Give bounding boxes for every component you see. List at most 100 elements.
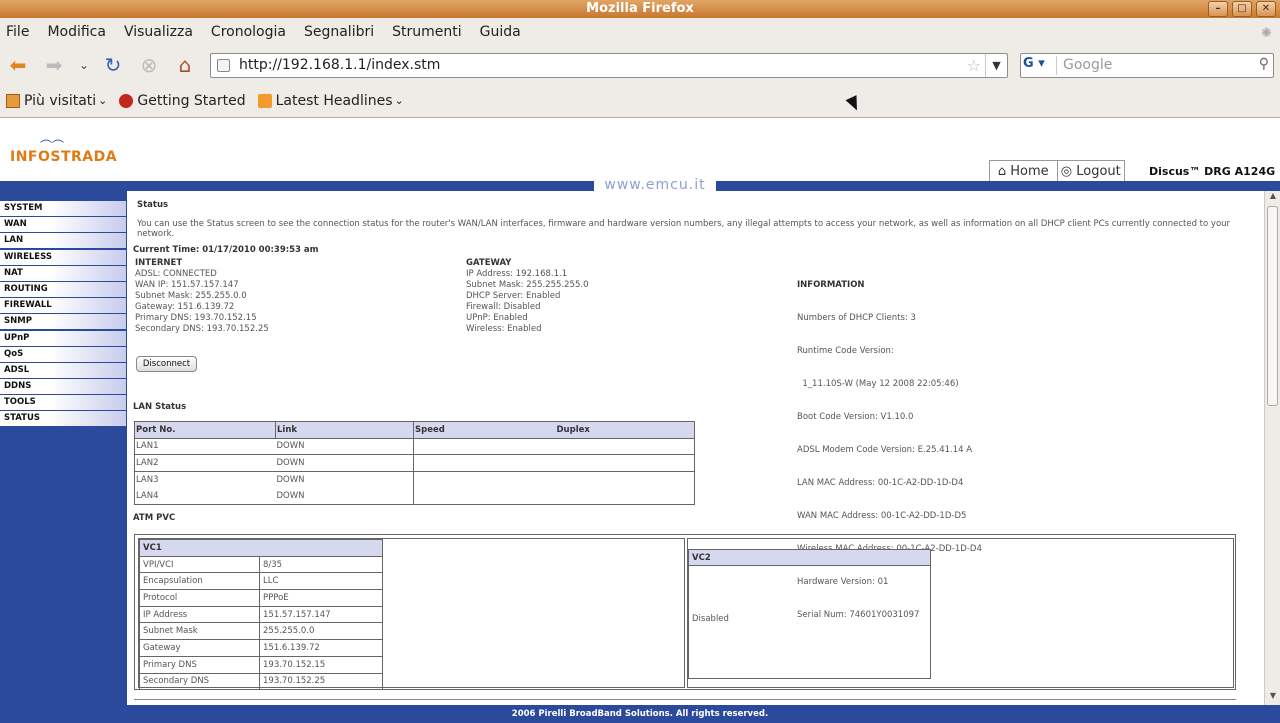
internet-line: Subnet Mask: 255.255.0.0 — [135, 291, 247, 301]
home-link[interactable]: ⌂ Home — [990, 161, 1058, 182]
menu-visualizza[interactable]: Visualizza — [124, 24, 193, 40]
gateway-line: DHCP Server: Enabled — [466, 291, 561, 301]
home-icon: ⌂ — [997, 164, 1007, 179]
scroll-down-icon[interactable]: ▼ — [1265, 691, 1280, 705]
internet-line: Secondary DNS: 193.70.152.25 — [135, 324, 269, 334]
site-identity-icon[interactable] — [217, 59, 230, 72]
bookmark-getting-started[interactable]: Getting Started — [119, 93, 246, 109]
url-dropdown-icon[interactable]: ▼ — [985, 54, 1007, 77]
sidebar: SYSTEM WAN LAN WIRELESS NAT ROUTING FIRE… — [0, 191, 127, 705]
history-dropdown-icon[interactable]: ⌄ — [72, 53, 96, 77]
table-row: LAN1 DOWN — [134, 437, 695, 455]
vc2-table: VC2 Disabled — [688, 549, 931, 679]
bookmark-latest-headlines[interactable]: Latest Headlines ⌄ — [257, 93, 404, 109]
url-text[interactable]: http://192.168.1.1/index.stm — [239, 57, 440, 73]
sidebar-item-qos[interactable]: QoS — [0, 346, 126, 362]
table-cell: LAN2 — [134, 454, 276, 472]
gateway-line: Wireless: Enabled — [466, 324, 542, 334]
infostrada-logo[interactable]: INFOSTRADA — [10, 149, 117, 165]
close-button[interactable]: ✕ — [1256, 1, 1276, 17]
information-line: 1_11.10S-W (May 12 2008 22:05:46) — [797, 379, 959, 389]
product-name: Discus™ DRG A124G — [1149, 165, 1276, 178]
menu-cronologia[interactable]: Cronologia — [211, 24, 286, 40]
sidebar-item-routing[interactable]: ROUTING — [0, 281, 126, 297]
internet-info: INTERNET ADSL: CONNECTED WAN IP: 151.57.… — [135, 258, 269, 335]
table-cell: DOWN — [275, 487, 414, 505]
folder-icon — [6, 93, 20, 108]
sidebar-item-nat[interactable]: NAT — [0, 265, 126, 281]
table-cell: Encapsulation — [139, 572, 260, 591]
sidebar-item-lan[interactable]: LAN — [0, 233, 126, 249]
table-cell: 151.6.139.72 — [259, 639, 383, 657]
gateway-line: UPnP: Enabled — [466, 313, 528, 323]
sidebar-item-wireless[interactable]: WIRELESS — [0, 249, 126, 265]
table-cell: VPI/VCI — [139, 555, 260, 574]
table-cell — [413, 437, 695, 455]
forward-arrow-icon[interactable]: ➡ — [42, 53, 66, 77]
menu-file[interactable]: File — [6, 24, 29, 40]
vc1-heading: VC1 — [139, 539, 383, 557]
scroll-up-icon[interactable]: ▲ — [1265, 191, 1280, 205]
table-row: Secondary DNS 193.70.152.25 — [139, 672, 383, 691]
information-line: Numbers of DHCP Clients: 3 — [797, 313, 916, 323]
page-footer: 2006 Pirelli BroadBand Solutions. All ri… — [0, 705, 1280, 723]
chevron-down-icon: ⌄ — [98, 94, 108, 107]
table-header-row: Port No. Link Speed Duplex — [134, 421, 695, 439]
gateway-line: Subnet Mask: 255.255.255.0 — [466, 280, 589, 290]
search-engine-icon[interactable]: G ▾ — [1023, 56, 1057, 75]
vertical-scrollbar[interactable]: ▲ ▼ — [1264, 191, 1280, 705]
gateway-line: Firewall: Disabled — [466, 302, 541, 312]
firefox-icon — [119, 93, 134, 108]
table-cell: 8/35 — [259, 555, 383, 574]
vc2-state: Disabled — [692, 614, 729, 624]
menu-guida[interactable]: Guida — [480, 24, 521, 40]
minimize-button[interactable]: – — [1208, 1, 1228, 17]
url-bar[interactable]: http://192.168.1.1/index.stm ☆ ▼ — [210, 53, 1008, 78]
sidebar-item-tools[interactable]: TOOLS — [0, 395, 126, 411]
search-input[interactable]: Google — [1063, 57, 1112, 73]
menu-strumenti[interactable]: Strumenti — [392, 24, 462, 40]
table-cell: 193.70.152.15 — [259, 655, 383, 674]
logout-link[interactable]: ◎ Logout — [1058, 161, 1125, 182]
column-header: Port No. — [134, 421, 276, 439]
back-arrow-icon[interactable]: ⬅ — [6, 53, 30, 77]
information-line: ADSL Modem Code Version: E.25.41.14 A — [797, 445, 973, 455]
column-header: Speed — [413, 421, 556, 439]
internet-line: Primary DNS: 193.70.152.15 — [135, 313, 257, 323]
menu-segnalibri[interactable]: Segnalibri — [304, 24, 374, 40]
sidebar-item-firewall[interactable]: FIREWALL — [0, 298, 126, 314]
sidebar-item-wan[interactable]: WAN — [0, 217, 126, 233]
atm-pvc-title: ATM PVC — [133, 513, 176, 523]
bookmark-star-icon[interactable]: ☆ — [967, 56, 981, 75]
vc1-table: VC1 VPI/VCI 8/35 Encapsulation LLC Protoco… — [139, 539, 383, 691]
disconnect-button[interactable]: Disconnect — [136, 356, 197, 372]
reload-icon[interactable]: ↻ — [101, 53, 125, 77]
sidebar-item-ddns[interactable]: DDNS — [0, 379, 126, 395]
current-time: Current Time: 01/17/2010 00:39:53 am — [133, 245, 319, 255]
table-row: Gateway 151.6.139.72 — [139, 639, 383, 657]
table-cell: 255.255.0.0 — [259, 622, 383, 641]
home-icon[interactable]: ⌂ — [173, 53, 197, 77]
sidebar-item-upnp[interactable]: UPnP — [0, 330, 126, 346]
maximize-button[interactable]: □ — [1232, 1, 1252, 17]
sidebar-item-status[interactable]: STATUS — [0, 411, 126, 427]
bookmark-piu-visitati[interactable]: Più visitati ⌄ — [6, 93, 107, 109]
information-line: LAN MAC Address: 00-1C-A2-DD-1D-D4 — [797, 478, 964, 488]
sidebar-item-system[interactable]: SYSTEM — [0, 201, 126, 216]
stop-icon[interactable]: ⊗ — [137, 53, 161, 77]
table-cell — [413, 470, 695, 505]
bookmarks-toolbar: Più visitati ⌄ Getting Started Latest Hea… — [0, 84, 1280, 118]
table-cell: DOWN — [275, 470, 414, 488]
table-row: Encapsulation LLC — [139, 572, 383, 591]
column-header: Link — [275, 421, 414, 439]
search-bar[interactable]: G ▾ Google ⚲ — [1020, 53, 1274, 78]
scroll-thumb[interactable] — [1267, 206, 1278, 406]
internet-line: Gateway: 151.6.139.72 — [135, 302, 235, 312]
table-cell: LAN4 — [134, 487, 276, 505]
sidebar-item-snmp[interactable]: SNMP — [0, 314, 126, 330]
sidebar-item-adsl[interactable]: ADSL — [0, 362, 126, 378]
menu-modifica[interactable]: Modifica — [47, 24, 106, 40]
window-title: Mozilla Firefox — [586, 1, 694, 16]
search-magnifier-icon[interactable]: ⚲ — [1259, 56, 1269, 72]
page-title: Status — [137, 200, 169, 210]
